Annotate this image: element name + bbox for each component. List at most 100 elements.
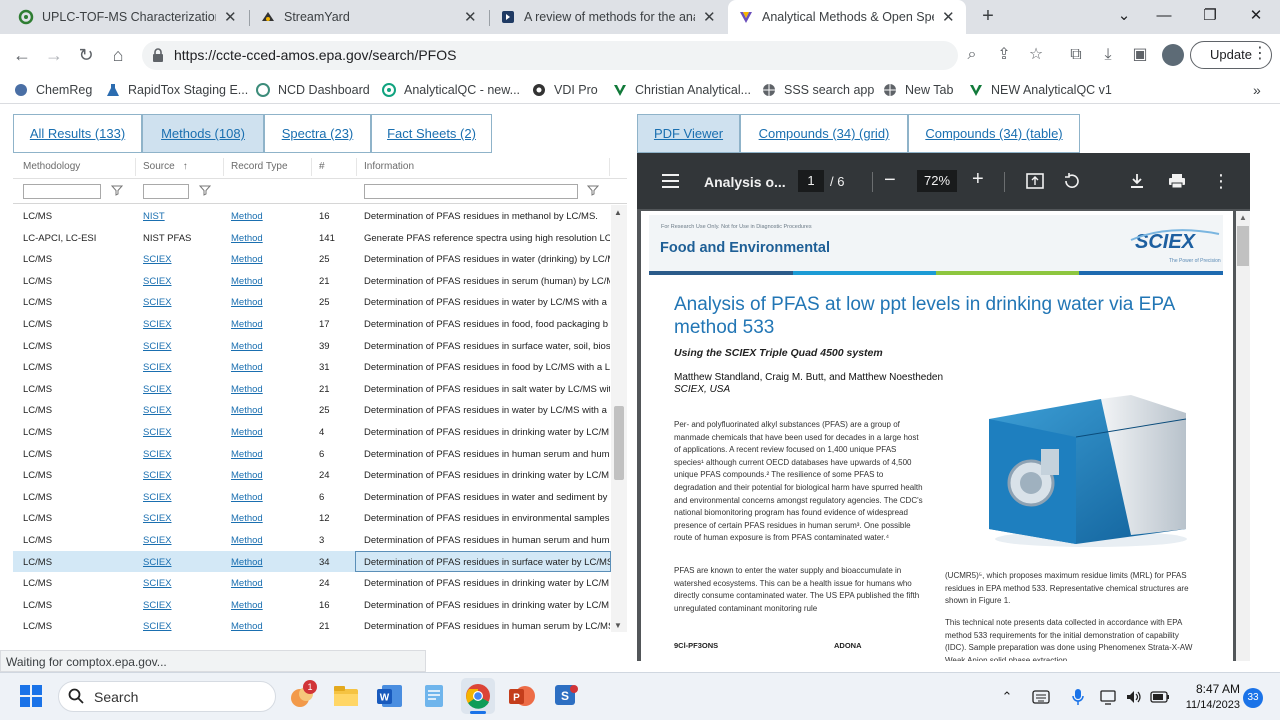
record-type-link[interactable]: Method: [231, 621, 311, 632]
record-type-link[interactable]: Method: [231, 254, 311, 265]
record-type-link[interactable]: Method: [231, 297, 311, 308]
snagit-icon[interactable]: S: [552, 682, 580, 710]
record-type-link[interactable]: Method: [231, 233, 311, 244]
table-row[interactable]: LC/MS SCIEX Method 4 Determination of PFAS r…: [13, 421, 611, 443]
tab-spectra[interactable]: Spectra (23): [264, 114, 371, 153]
table-row[interactable]: LC/MS SCIEX Method 25 Determination of PFAS …: [13, 399, 611, 421]
table-row[interactable]: LC/MS SCIEX Method 6 Determination of PFAS r…: [13, 443, 611, 465]
minimize-icon[interactable]: —: [1146, 3, 1182, 29]
tab-methods[interactable]: Methods (108): [142, 114, 264, 153]
source-link[interactable]: SCIEX: [143, 254, 227, 265]
url-text[interactable]: https://ccte-cced-amos.epa.gov/search/PF…: [174, 47, 456, 63]
filter-icon[interactable]: [199, 184, 211, 196]
bookmark-new-analyticalqc[interactable]: NEW AnalyticalQC v1: [969, 81, 1112, 99]
record-type-link[interactable]: Method: [231, 405, 311, 416]
record-type-link[interactable]: Method: [231, 513, 311, 524]
column-divider[interactable]: [135, 158, 136, 176]
record-type-link[interactable]: Method: [231, 362, 311, 373]
record-type-link[interactable]: Method: [231, 427, 311, 438]
source-link[interactable]: SCIEX: [143, 492, 227, 503]
record-type-link[interactable]: Method: [231, 319, 311, 330]
close-tab-icon[interactable]: ✕: [464, 8, 478, 26]
notification-center-badge[interactable]: 33: [1243, 688, 1263, 708]
show-hidden-icons-icon[interactable]: ⌃: [998, 688, 1016, 706]
bookmark-sss-search[interactable]: SSS search app: [762, 81, 874, 99]
restore-icon[interactable]: ❐: [1192, 3, 1228, 29]
pdf-more-icon[interactable]: ⋮: [1212, 171, 1230, 192]
methodology-filter-input[interactable]: [23, 184, 101, 199]
record-type-link[interactable]: Method: [231, 557, 311, 568]
zoom-out-icon[interactable]: −: [884, 169, 896, 192]
pdf-page-input[interactable]: 1: [798, 170, 824, 192]
browser-tab-1[interactable]: UPLC-TOF-MS Characterization ✕: [8, 0, 248, 34]
bookmark-vdi-pro[interactable]: VDI Pro: [532, 81, 598, 99]
source-link[interactable]: SCIEX: [143, 621, 227, 632]
network-icon[interactable]: [1100, 689, 1118, 705]
table-row[interactable]: LC/MS SCIEX Method 17 Determination of PFAS …: [13, 313, 611, 335]
source-link[interactable]: SCIEX: [143, 470, 227, 481]
download-icon[interactable]: ⤓: [1098, 45, 1118, 65]
close-tab-icon[interactable]: ✕: [703, 8, 717, 26]
col-header-record-type[interactable]: Record Type: [231, 161, 288, 172]
battery-icon[interactable]: [1150, 690, 1170, 704]
bookmark-ncd-dashboard[interactable]: NCD Dashboard: [256, 81, 370, 99]
record-type-link[interactable]: Method: [231, 341, 311, 352]
tab-fact-sheets[interactable]: Fact Sheets (2): [371, 114, 492, 153]
table-row[interactable]: LC/MS SCIEX Method 24 Determination of PFAS …: [13, 464, 611, 486]
record-type-link[interactable]: Method: [231, 276, 311, 287]
record-type-link[interactable]: Method: [231, 384, 311, 395]
record-type-link[interactable]: Method: [231, 578, 311, 589]
source-link[interactable]: SCIEX: [143, 384, 227, 395]
pdf-scrollbar-thumb[interactable]: [1237, 226, 1249, 266]
taskbar-search-box[interactable]: [58, 681, 276, 712]
chrome-icon[interactable]: [464, 682, 492, 710]
pdf-download-icon[interactable]: [1130, 173, 1144, 189]
bookmark-analyticalqc[interactable]: AnalyticalQC - new...: [382, 81, 520, 99]
table-row[interactable]: LC/MS SCIEX Method 6 Determination of PFAS r…: [13, 486, 611, 508]
col-header-count[interactable]: #: [319, 161, 325, 172]
avatar[interactable]: [1162, 44, 1184, 66]
rotate-icon[interactable]: [1062, 172, 1080, 190]
source-link[interactable]: SCIEX: [143, 535, 227, 546]
tab-compounds-table[interactable]: Compounds (34) (table): [908, 114, 1080, 153]
bookmark-chemreg[interactable]: ChemReg: [14, 81, 92, 99]
bookmark-rapidtox[interactable]: RapidTox Staging E...: [106, 81, 248, 99]
column-divider[interactable]: [609, 158, 610, 176]
bookmark-new-tab[interactable]: New Tab: [883, 81, 953, 99]
record-type-link[interactable]: Method: [231, 492, 311, 503]
source-link[interactable]: SCIEX: [143, 276, 227, 287]
scroll-up-icon[interactable]: ▲: [1239, 213, 1247, 222]
pdf-menu-icon[interactable]: [662, 174, 679, 188]
reload-icon[interactable]: ↻: [73, 42, 99, 68]
table-row[interactable]: LC/MS SCIEX Method 21 Determination of PFAS …: [13, 270, 611, 292]
table-row[interactable]: LC/MS SCIEX Method 25 Determination of PFAS …: [13, 248, 611, 270]
windows-start-icon[interactable]: [20, 685, 42, 707]
tab-pdf-viewer[interactable]: PDF Viewer: [637, 114, 740, 153]
table-row[interactable]: LC-APCI, LC-ESI NIST PFAS Method 141 Generat…: [13, 227, 611, 249]
forward-icon[interactable]: →: [41, 42, 67, 68]
table-row[interactable]: LC/MS SCIEX Method 39 Determination of PFAS …: [13, 335, 611, 357]
zoom-in-icon[interactable]: +: [972, 168, 984, 191]
record-type-link[interactable]: Method: [231, 449, 311, 460]
source-link[interactable]: SCIEX: [143, 362, 227, 373]
sidepanel-icon[interactable]: ▣: [1130, 45, 1150, 65]
column-divider[interactable]: [223, 158, 224, 176]
table-row[interactable]: LC/MS SCIEX Method 21 Determination of PFAS …: [13, 378, 611, 400]
table-row[interactable]: LC/MS NIST Method 16 Determination of PFAS r…: [13, 205, 611, 227]
scroll-down-icon[interactable]: ▼: [614, 621, 622, 630]
close-window-icon[interactable]: ✕: [1238, 3, 1274, 29]
clock-time[interactable]: 8:47 AM: [1184, 682, 1240, 696]
bookmark-christian-analytical[interactable]: Christian Analytical...: [613, 81, 751, 99]
column-divider[interactable]: [356, 158, 357, 176]
browser-tab-3[interactable]: A review of methods for the ana ✕: [490, 0, 727, 34]
source-filter-input[interactable]: [143, 184, 189, 199]
source-link[interactable]: SCIEX: [143, 557, 227, 568]
clock-date[interactable]: 11/14/2023: [1176, 699, 1240, 711]
fit-page-icon[interactable]: [1026, 173, 1044, 189]
table-row[interactable]: LC/MS SCIEX Method 3 Determination of PFAS r…: [13, 529, 611, 551]
star-icon[interactable]: ☆: [1026, 45, 1046, 65]
volume-icon[interactable]: [1125, 689, 1143, 705]
zoom-search-icon[interactable]: ⌕: [962, 45, 982, 65]
lock-icon[interactable]: [152, 48, 164, 62]
col-header-information[interactable]: Information: [364, 161, 414, 172]
